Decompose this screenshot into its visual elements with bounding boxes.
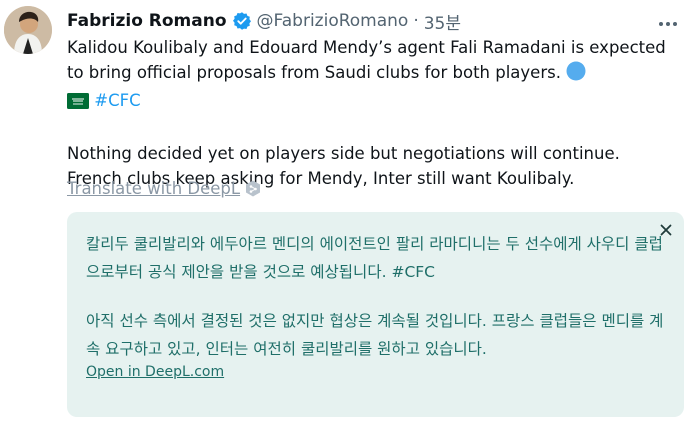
timestamp[interactable]: 35분 bbox=[424, 9, 461, 34]
translation-paragraph-2: 아직 선수 측에서 결정된 것은 없지만 협상은 계속될 것입니다. 프랑스 클… bbox=[86, 312, 664, 358]
deepl-logo-icon bbox=[245, 180, 261, 198]
tweet-paragraph-2-line-1: Nothing decided yet on players side but … bbox=[67, 144, 620, 163]
translation-text: 칼리두 쿨리발리와 에두아르 멘디의 에이전트인 팔리 라마디니는 두 선수에게… bbox=[86, 230, 664, 363]
open-in-deepl-link[interactable]: Open in DeepL.com bbox=[86, 364, 224, 380]
more-horizontal-icon bbox=[658, 12, 678, 31]
tweet: Fabrizio Romano @FabrizioRomano · 35분 Ka… bbox=[0, 0, 699, 427]
verified-badge-icon bbox=[232, 11, 252, 31]
translate-label: Translate with DeepL bbox=[67, 179, 241, 198]
blue-circle-emoji-icon bbox=[566, 61, 586, 88]
tweet-paragraph-1: Kalidou Koulibaly and Edouard Mendy’s ag… bbox=[67, 35, 687, 88]
saudi-flag-emoji-icon bbox=[67, 91, 89, 116]
translate-with-deepl-link[interactable]: Translate with DeepL bbox=[67, 179, 261, 198]
hashtag-link[interactable]: #CFC bbox=[94, 91, 140, 110]
tweet-hashtag-line: #CFC bbox=[67, 88, 687, 116]
author-handle[interactable]: @FabrizioRomano bbox=[257, 11, 409, 31]
tweet-text: Kalidou Koulibaly and Edouard Mendy’s ag… bbox=[67, 35, 687, 191]
separator-dot: · bbox=[413, 11, 419, 31]
more-options-button[interactable] bbox=[655, 10, 681, 32]
translation-hashtag: #CFC bbox=[391, 263, 436, 281]
translation-panel: 칼리두 쿨리발리와 에두아르 멘디의 에이전트인 팔리 라마디니는 두 선수에게… bbox=[67, 212, 684, 417]
author-name[interactable]: Fabrizio Romano bbox=[67, 11, 227, 31]
avatar[interactable] bbox=[4, 6, 52, 54]
tweet-header: Fabrizio Romano @FabrizioRomano · 35분 bbox=[67, 6, 461, 36]
translation-gap bbox=[86, 286, 664, 307]
translation-paragraph-1: 칼리두 쿨리발리와 에두아르 멘디의 에이전트인 팔리 라마디니는 두 선수에게… bbox=[86, 235, 663, 281]
